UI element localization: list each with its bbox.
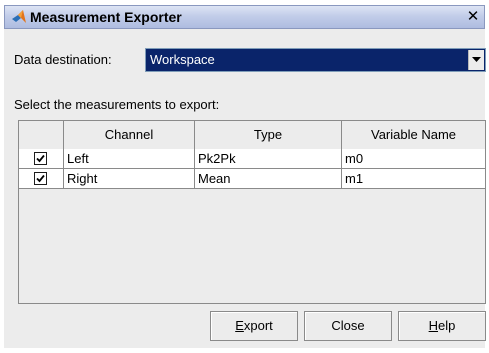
table-header: Channel Type Variable Name [19, 121, 485, 150]
select-measurements-label: Select the measurements to export: [14, 97, 220, 112]
select-cell [19, 149, 64, 168]
close-label: Close [331, 318, 365, 333]
variable-name-cell[interactable]: m0 [342, 149, 485, 168]
variable-name-cell[interactable]: m1 [342, 169, 485, 188]
help-mnemonic: H [428, 318, 439, 333]
matlab-logo-icon [11, 9, 27, 25]
type-cell[interactable]: Pk2Pk [195, 149, 342, 168]
row-checkbox[interactable] [34, 152, 47, 165]
chevron-down-icon[interactable] [468, 50, 484, 70]
checkmark-icon [36, 174, 45, 183]
export-button[interactable]: Export [210, 311, 298, 341]
export-mnemonic: E [235, 318, 244, 333]
table-row[interactable]: Left Pk2Pk m0 [19, 149, 485, 169]
select-cell [19, 169, 64, 188]
export-label: xport [243, 318, 273, 333]
close-button[interactable]: Close [304, 311, 392, 341]
title-bar[interactable]: Measurement Exporter ✕ [4, 5, 485, 29]
row-checkbox[interactable] [34, 172, 47, 185]
column-header-channel[interactable]: Channel [64, 121, 195, 149]
help-label: elp [438, 318, 456, 333]
close-icon[interactable]: ✕ [465, 9, 481, 25]
measurement-exporter-window: Measurement Exporter ✕ Data destination:… [0, 0, 489, 353]
channel-cell[interactable]: Right [64, 169, 195, 188]
column-header-select[interactable] [19, 121, 64, 149]
checkmark-icon [36, 154, 45, 163]
data-destination-value: Workspace [150, 52, 215, 67]
help-button[interactable]: Help [398, 311, 486, 341]
data-destination-label: Data destination: [14, 52, 112, 67]
measurements-table: Channel Type Variable Name Left Pk2Pk m0… [18, 120, 486, 304]
table-row[interactable]: Right Mean m1 [19, 169, 485, 189]
data-destination-select[interactable]: Workspace [145, 48, 486, 72]
column-header-variable-name[interactable]: Variable Name [342, 121, 485, 149]
type-cell[interactable]: Mean [195, 169, 342, 188]
column-header-type[interactable]: Type [195, 121, 342, 149]
channel-cell[interactable]: Left [64, 149, 195, 168]
window-title: Measurement Exporter [30, 9, 182, 25]
